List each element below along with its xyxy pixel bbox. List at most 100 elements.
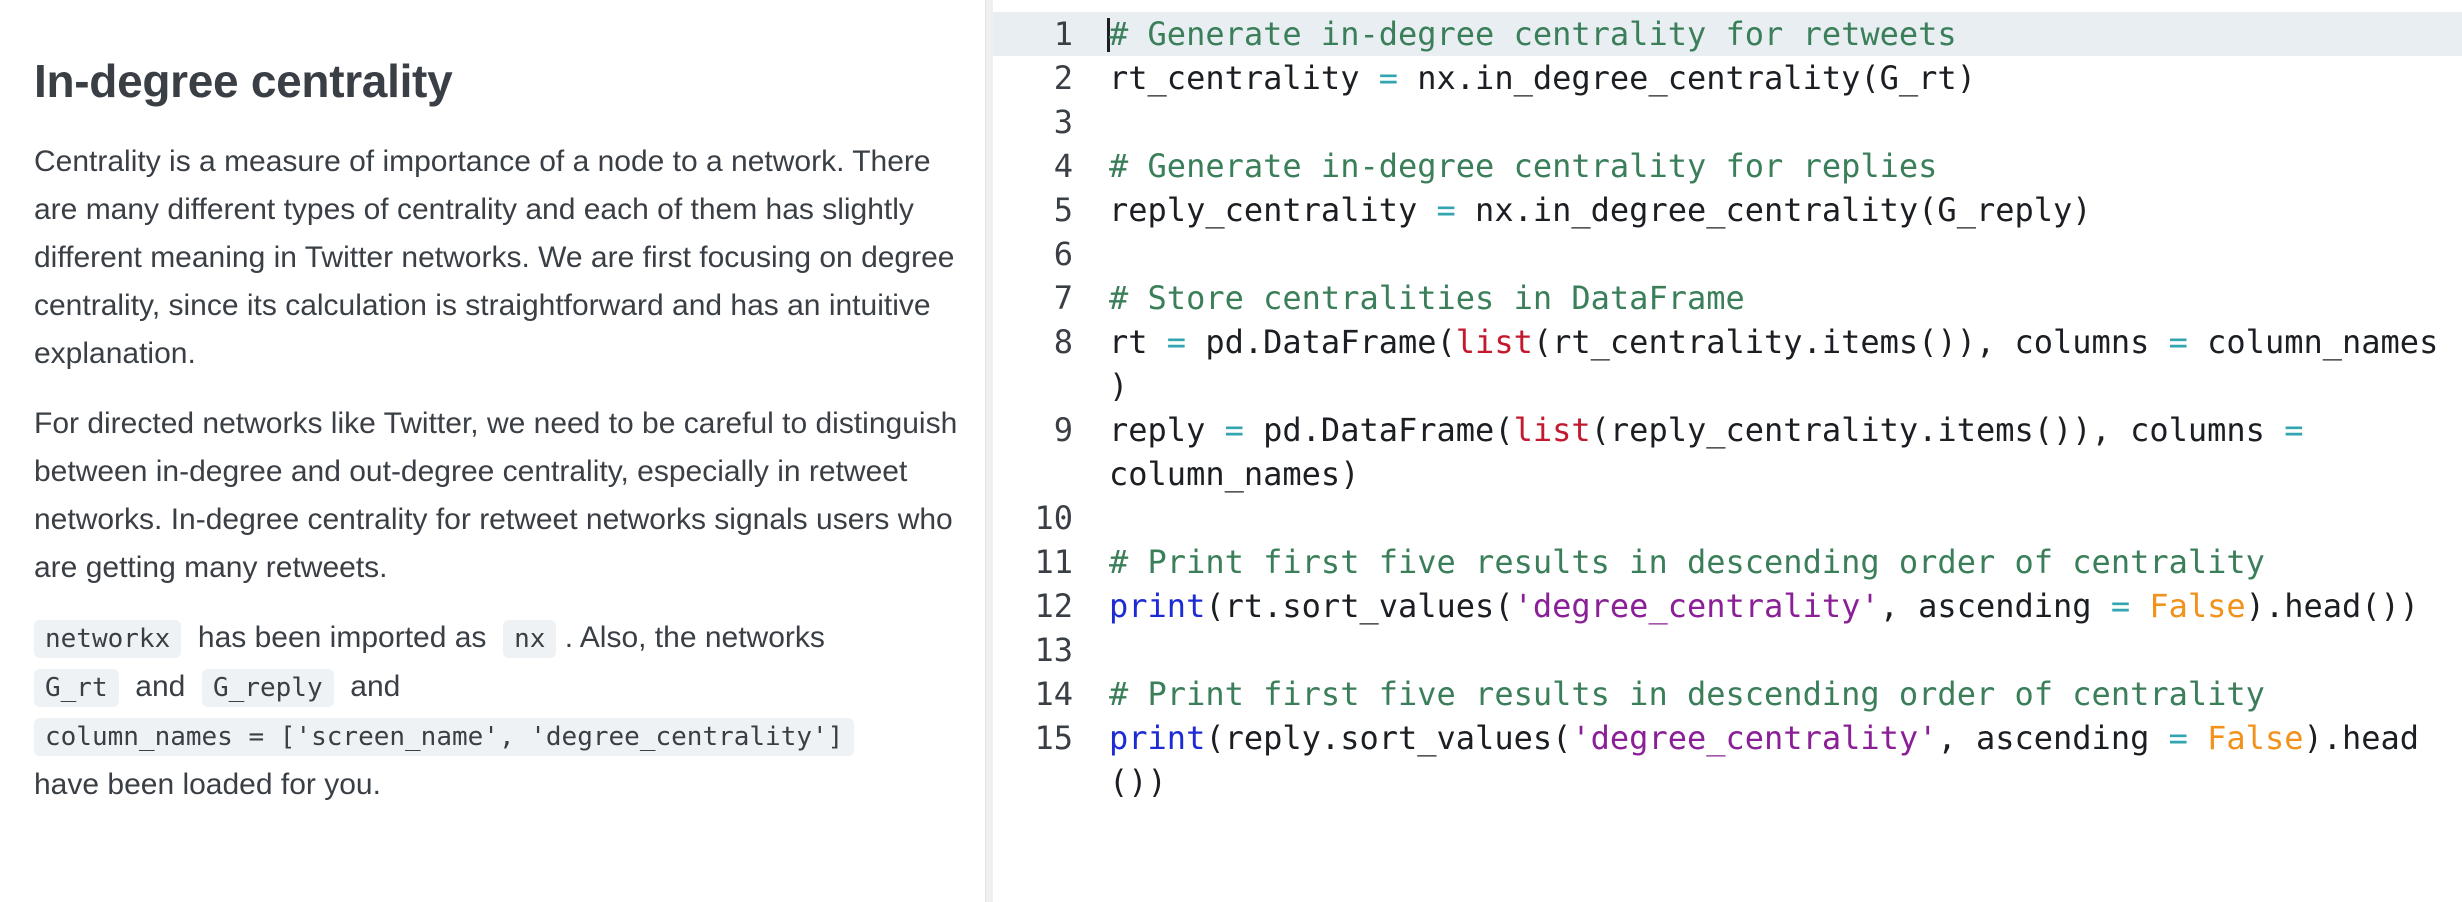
code-token: reply [1109, 411, 1225, 449]
code-token: (rt.sort_values( [1205, 587, 1514, 625]
inline-code-g-reply: G_reply [202, 669, 334, 707]
code-token: , ascending [1937, 719, 2169, 757]
code-token: = [1378, 59, 1398, 97]
code-text[interactable]: column_names) [1109, 452, 1359, 496]
code-token: column_names) [1109, 455, 1360, 493]
code-token: = [1436, 191, 1456, 229]
code-line-12[interactable]: 12 print(rt.sort_values('degree_centralit… [993, 584, 2462, 628]
line-number: 5 [1053, 191, 1073, 229]
code-line-7[interactable]: 7 # Store centralities in DataFrame [993, 276, 2462, 320]
code-token: = [2168, 719, 2188, 757]
text-and-2: and [350, 670, 401, 703]
code-token: rt_centrality [1109, 59, 1379, 97]
code-text[interactable]: ()) [1109, 760, 1167, 804]
code-token: pd.DataFrame( [1186, 323, 1456, 361]
code-line-6[interactable]: 6 [993, 232, 2462, 276]
instructions-panel: In-degree centrality Centrality is a mea… [0, 0, 985, 902]
code-token: False [2149, 587, 2246, 625]
code-line-2[interactable]: 2 rt_centrality = nx.in_degree_centrality… [993, 56, 2462, 100]
code-line-wrap[interactable]: column_names) [993, 452, 2462, 496]
instructions-paragraph-3: networkx has been imported as nx . Also,… [34, 614, 959, 809]
code-line-9[interactable]: 9 reply = pd.DataFrame(list(reply_central… [993, 408, 2462, 452]
code-lines[interactable]: 1 # Generate in-degree centrality for ret… [993, 0, 2462, 804]
code-line-5[interactable]: 5 reply_centrality = nx.in_degree_central… [993, 188, 2462, 232]
code-line-wrap[interactable]: ()) [993, 760, 2462, 804]
code-token: # Print first five results in descending… [1109, 675, 2265, 713]
code-line-8[interactable]: 8 rt = pd.DataFrame(list(rt_centrality.it… [993, 320, 2462, 364]
code-line-14[interactable]: 14 # Print first five results in descendi… [993, 672, 2462, 716]
code-text[interactable]: print(reply.sort_values('degree_centrali… [1109, 716, 2419, 760]
code-text[interactable]: reply = pd.DataFrame(list(reply_centrali… [1109, 408, 2303, 452]
text-loaded: have been loaded for you. [34, 768, 381, 801]
inline-code-networkx: networkx [34, 620, 182, 658]
code-token: (reply_centrality.items()), columns [1590, 411, 2285, 449]
line-number: 15 [1034, 719, 1073, 757]
code-token: = [2284, 411, 2304, 449]
code-text[interactable]: rt_centrality = nx.in_degree_centrality(… [1109, 56, 1976, 100]
code-line-wrap[interactable]: ) [993, 364, 2462, 408]
code-line-3[interactable]: 3 [993, 100, 2462, 144]
line-number: 11 [1034, 543, 1073, 581]
code-token: 'degree_centrality' [1513, 587, 1880, 625]
code-line-13[interactable]: 13 [993, 628, 2462, 672]
code-token: ).head()) [2245, 587, 2420, 625]
code-token: 'degree_centrality' [1571, 719, 1938, 757]
text-and-1: and [135, 670, 186, 703]
line-number: 2 [1053, 59, 1073, 97]
code-token: ).head [2303, 719, 2420, 757]
code-token: = [1224, 411, 1244, 449]
code-token: = [2110, 587, 2131, 625]
instructions-paragraph-2: For directed networks like Twitter, we n… [34, 407, 958, 584]
code-text[interactable]: # Print first five results in descending… [1109, 672, 2265, 716]
code-token: # Print first five results in descending… [1109, 543, 2265, 581]
line-number: 1 [1053, 15, 1073, 53]
code-token: list [1455, 323, 1533, 361]
code-token: , ascending [1879, 587, 2111, 625]
code-token: reply_centrality [1109, 191, 1437, 229]
code-token: = [2168, 323, 2188, 361]
code-token: False [2207, 719, 2304, 757]
line-number: 7 [1053, 279, 1073, 317]
inline-code-g-rt: G_rt [34, 669, 119, 707]
code-text[interactable]: # Generate in-degree centrality for repl… [1109, 144, 1937, 188]
code-token: (reply.sort_values( [1205, 719, 1572, 757]
code-token: # Store centralities in DataFrame [1109, 279, 1745, 317]
code-token: nx.in_degree_centrality(G_reply) [1455, 191, 2092, 229]
code-token: print [1109, 719, 1206, 757]
line-number: 12 [1034, 587, 1073, 625]
code-token: list [1513, 411, 1591, 449]
code-token: pd.DataFrame( [1243, 411, 1514, 449]
text-also: . Also, the networks [564, 621, 825, 654]
line-number: 3 [1053, 103, 1073, 141]
line-number: 6 [1053, 235, 1073, 273]
code-line-11[interactable]: 11 # Print first five results in descendi… [993, 540, 2462, 584]
code-token: # Generate in-degree centrality for repl… [1109, 147, 1938, 185]
code-token: (rt_centrality.items()), columns [1532, 323, 2169, 361]
text-imported: has been imported as [197, 621, 487, 654]
line-number: 4 [1053, 147, 1073, 185]
code-text[interactable]: # Store centralities in DataFrame [1109, 276, 1745, 320]
code-editor[interactable]: 1 # Generate in-degree centrality for ret… [993, 0, 2462, 902]
code-line-4[interactable]: 4 # Generate in-degree centrality for rep… [993, 144, 2462, 188]
line-number: 13 [1034, 631, 1073, 669]
code-text[interactable]: reply_centrality = nx.in_degree_centrali… [1109, 188, 2092, 232]
inline-code-column-names: column_names = ['screen_name', 'degree_c… [34, 718, 855, 756]
instructions-paragraph-1: Centrality is a measure of importance of… [34, 145, 955, 370]
code-token: = [1166, 323, 1187, 361]
code-line-1[interactable]: 1 # Generate in-degree centrality for ret… [993, 12, 2462, 56]
code-line-10[interactable]: 10 [993, 496, 2462, 540]
code-text[interactable]: ) [1109, 364, 1128, 408]
code-token: ()) [1109, 763, 1167, 801]
exercise-title: In-degree centrality [34, 55, 453, 107]
code-token: # Generate in-degree centrality for retw… [1109, 15, 1957, 53]
line-number: 8 [1053, 323, 1073, 361]
code-text[interactable]: # Print first five results in descending… [1109, 540, 2265, 584]
code-token: nx.in_degree_centrality(G_rt) [1397, 59, 1976, 97]
code-line-15[interactable]: 15 print(reply.sort_values('degree_centra… [993, 716, 2462, 760]
code-token: rt [1109, 323, 1167, 361]
code-text[interactable]: rt = pd.DataFrame(list(rt_centrality.ite… [1109, 320, 2438, 364]
code-text[interactable]: # Generate in-degree centrality for retw… [1109, 12, 1957, 56]
code-text[interactable]: print(rt.sort_values('degree_centrality'… [1109, 584, 2419, 628]
